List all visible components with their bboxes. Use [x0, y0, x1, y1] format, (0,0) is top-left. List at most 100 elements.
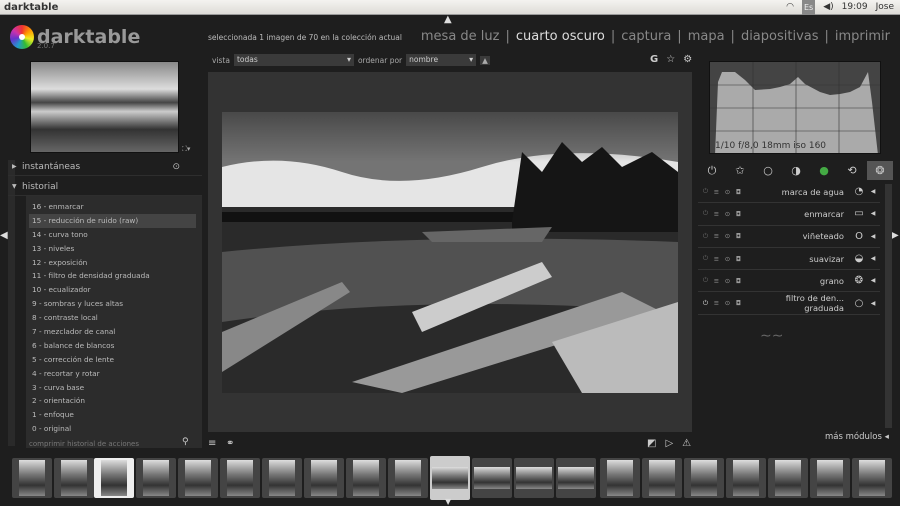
module-presets-icon[interactable]: ≡	[711, 277, 722, 285]
filmstrip-thumbnail[interactable]	[852, 458, 892, 498]
filmstrip-thumbnail[interactable]	[472, 458, 512, 498]
filmstrip-thumbnail[interactable]	[684, 458, 724, 498]
view-filter-select[interactable]: todas	[233, 54, 354, 66]
module-power-icon[interactable]: ⏻	[700, 187, 711, 196]
effect-icon[interactable]: ⟲	[839, 161, 865, 180]
gear-icon[interactable]: ⚙	[683, 54, 692, 65]
overexposure-icon[interactable]: ◩	[647, 438, 656, 449]
module-row[interactable]: ⏻ ≡ ⊙ ◘ grano ❂ ◀	[698, 270, 880, 293]
history-item[interactable]: 10 - ecualizador	[29, 283, 196, 297]
user-menu[interactable]: Jose	[876, 0, 894, 15]
expand-icon[interactable]: ◀	[866, 210, 880, 217]
history-item[interactable]: 15 - reducción de ruido (raw)	[29, 213, 196, 228]
grouping-button[interactable]: G	[650, 54, 658, 65]
filmstrip-thumbnail[interactable]	[388, 458, 428, 498]
history-item[interactable]: 1 - enfoque	[29, 408, 196, 422]
expand-icon[interactable]: ◀	[866, 300, 880, 307]
module-instance-icon[interactable]: ◘	[733, 210, 744, 218]
module-power-icon[interactable]: ⏻	[700, 254, 711, 263]
color-circle-icon[interactable]: ●	[811, 161, 837, 180]
filmstrip[interactable]	[0, 456, 900, 500]
reset-icon[interactable]: ⊙	[172, 158, 180, 176]
history-item[interactable]: 3 - curva base	[29, 381, 196, 395]
create-style-icon[interactable]: ⚲	[182, 437, 189, 447]
bottom-panel-collapse-icon[interactable]: ▼	[445, 497, 451, 506]
star-overlay-icon[interactable]: ☆	[666, 54, 675, 65]
module-row[interactable]: ⏻ ≡ ⊙ ◘ suavizar ◒ ◀	[698, 248, 880, 271]
module-reset-icon[interactable]: ⊙	[722, 255, 733, 263]
module-reset-icon[interactable]: ⊙	[722, 188, 733, 196]
edited-photo[interactable]	[222, 112, 678, 393]
module-power-icon[interactable]: ⏻	[700, 299, 711, 308]
history-item[interactable]: 2 - orientación	[29, 394, 196, 408]
view-slideshow[interactable]: diapositivas	[741, 29, 819, 44]
film-icon[interactable]: ❂	[867, 160, 893, 180]
right-scrollbar[interactable]	[885, 184, 892, 428]
expand-icon[interactable]: ◀	[866, 188, 880, 195]
history-item[interactable]: 0 - original	[29, 422, 196, 436]
volume-icon[interactable]: ◀)	[823, 0, 833, 15]
module-reset-icon[interactable]: ⊙	[722, 210, 733, 218]
filmstrip-thumbnail[interactable]	[262, 458, 302, 498]
left-scrollbar[interactable]	[8, 160, 15, 446]
sort-direction-icon[interactable]: ▲	[480, 55, 490, 65]
filmstrip-thumbnail[interactable]	[178, 458, 218, 498]
module-presets-icon[interactable]: ≡	[711, 188, 722, 196]
filmstrip-thumbnail[interactable]	[136, 458, 176, 498]
module-power-icon[interactable]: ⏻	[700, 232, 711, 241]
module-power-icon[interactable]: ⏻	[700, 276, 711, 285]
module-instance-icon[interactable]: ◘	[733, 188, 744, 196]
top-panel-collapse-icon[interactable]: ▲	[444, 14, 452, 25]
history-item[interactable]: 14 - curva tono	[29, 228, 196, 242]
module-row[interactable]: ⏻ ≡ ⊙ ◘ filtro de den... graduada ○ ◀	[698, 292, 880, 315]
sort-select[interactable]: nombre	[406, 54, 477, 66]
expand-icon[interactable]: ◀	[866, 277, 880, 284]
history-item[interactable]: 8 - contraste local	[29, 311, 196, 325]
filmstrip-thumbnail[interactable]	[768, 458, 808, 498]
history-item[interactable]: 9 - sombras y luces altas	[29, 297, 196, 311]
softproof-icon[interactable]: ▷	[665, 438, 673, 449]
history-header[interactable]: ▼ historial	[8, 178, 202, 196]
filmstrip-thumbnail[interactable]	[12, 458, 52, 498]
filmstrip-thumbnail[interactable]	[346, 458, 386, 498]
module-instance-icon[interactable]: ◘	[733, 232, 744, 240]
filmstrip-thumbnail[interactable]	[304, 458, 344, 498]
filmstrip-thumbnail[interactable]	[556, 458, 596, 498]
module-row[interactable]: ⏻ ≡ ⊙ ◘ enmarcar ▭ ◀	[698, 203, 880, 226]
styles-icon[interactable]: ⚭	[226, 438, 234, 449]
view-tethering[interactable]: captura	[621, 29, 671, 44]
module-power-icon[interactable]: ⏻	[700, 209, 711, 218]
star-icon[interactable]: ✩	[727, 161, 753, 180]
module-row[interactable]: ⏻ ≡ ⊙ ◘ viñeteado O ◀	[698, 226, 880, 248]
filmstrip-thumbnail[interactable]	[642, 458, 682, 498]
module-instance-icon[interactable]: ◘	[733, 299, 744, 307]
filmstrip-thumbnail[interactable]	[94, 458, 134, 498]
keyboard-layout[interactable]: Es	[802, 0, 816, 15]
history-item[interactable]: 6 - balance de blancos	[29, 339, 196, 353]
module-instance-icon[interactable]: ◘	[733, 277, 744, 285]
presets-menu-icon[interactable]: ≡	[208, 438, 216, 449]
snapshots-header[interactable]: ▶ instantáneas ⊙	[8, 158, 202, 176]
history-item[interactable]: 16 - enmarcar	[29, 200, 196, 214]
module-reset-icon[interactable]: ⊙	[722, 232, 733, 240]
compress-history-button[interactable]: comprimir historial de acciones	[29, 440, 139, 448]
filmstrip-thumbnail[interactable]	[810, 458, 850, 498]
module-reset-icon[interactable]: ⊙	[722, 277, 733, 285]
history-item[interactable]: 12 - exposición	[29, 256, 196, 270]
filmstrip-thumbnail[interactable]	[600, 458, 640, 498]
wifi-icon[interactable]: ◠	[786, 0, 794, 15]
module-presets-icon[interactable]: ≡	[711, 299, 722, 307]
filmstrip-thumbnail[interactable]	[726, 458, 766, 498]
filmstrip-thumbnail[interactable]	[220, 458, 260, 498]
clock[interactable]: 19:09	[842, 0, 868, 15]
history-item[interactable]: 13 - niveles	[29, 242, 196, 256]
power-icon[interactable]: ⏻	[699, 161, 725, 180]
gradient-circle-icon[interactable]: ◑	[783, 161, 809, 180]
history-item[interactable]: 5 - corrección de lente	[29, 353, 196, 367]
filmstrip-thumbnail[interactable]	[430, 456, 470, 500]
expand-icon[interactable]: ◀	[866, 255, 880, 262]
view-print[interactable]: imprimir	[835, 29, 890, 44]
module-presets-icon[interactable]: ≡	[711, 255, 722, 263]
right-panel-collapse-icon[interactable]: ▶	[891, 230, 899, 241]
history-item[interactable]: 11 - filtro de densidad graduada	[29, 269, 196, 283]
